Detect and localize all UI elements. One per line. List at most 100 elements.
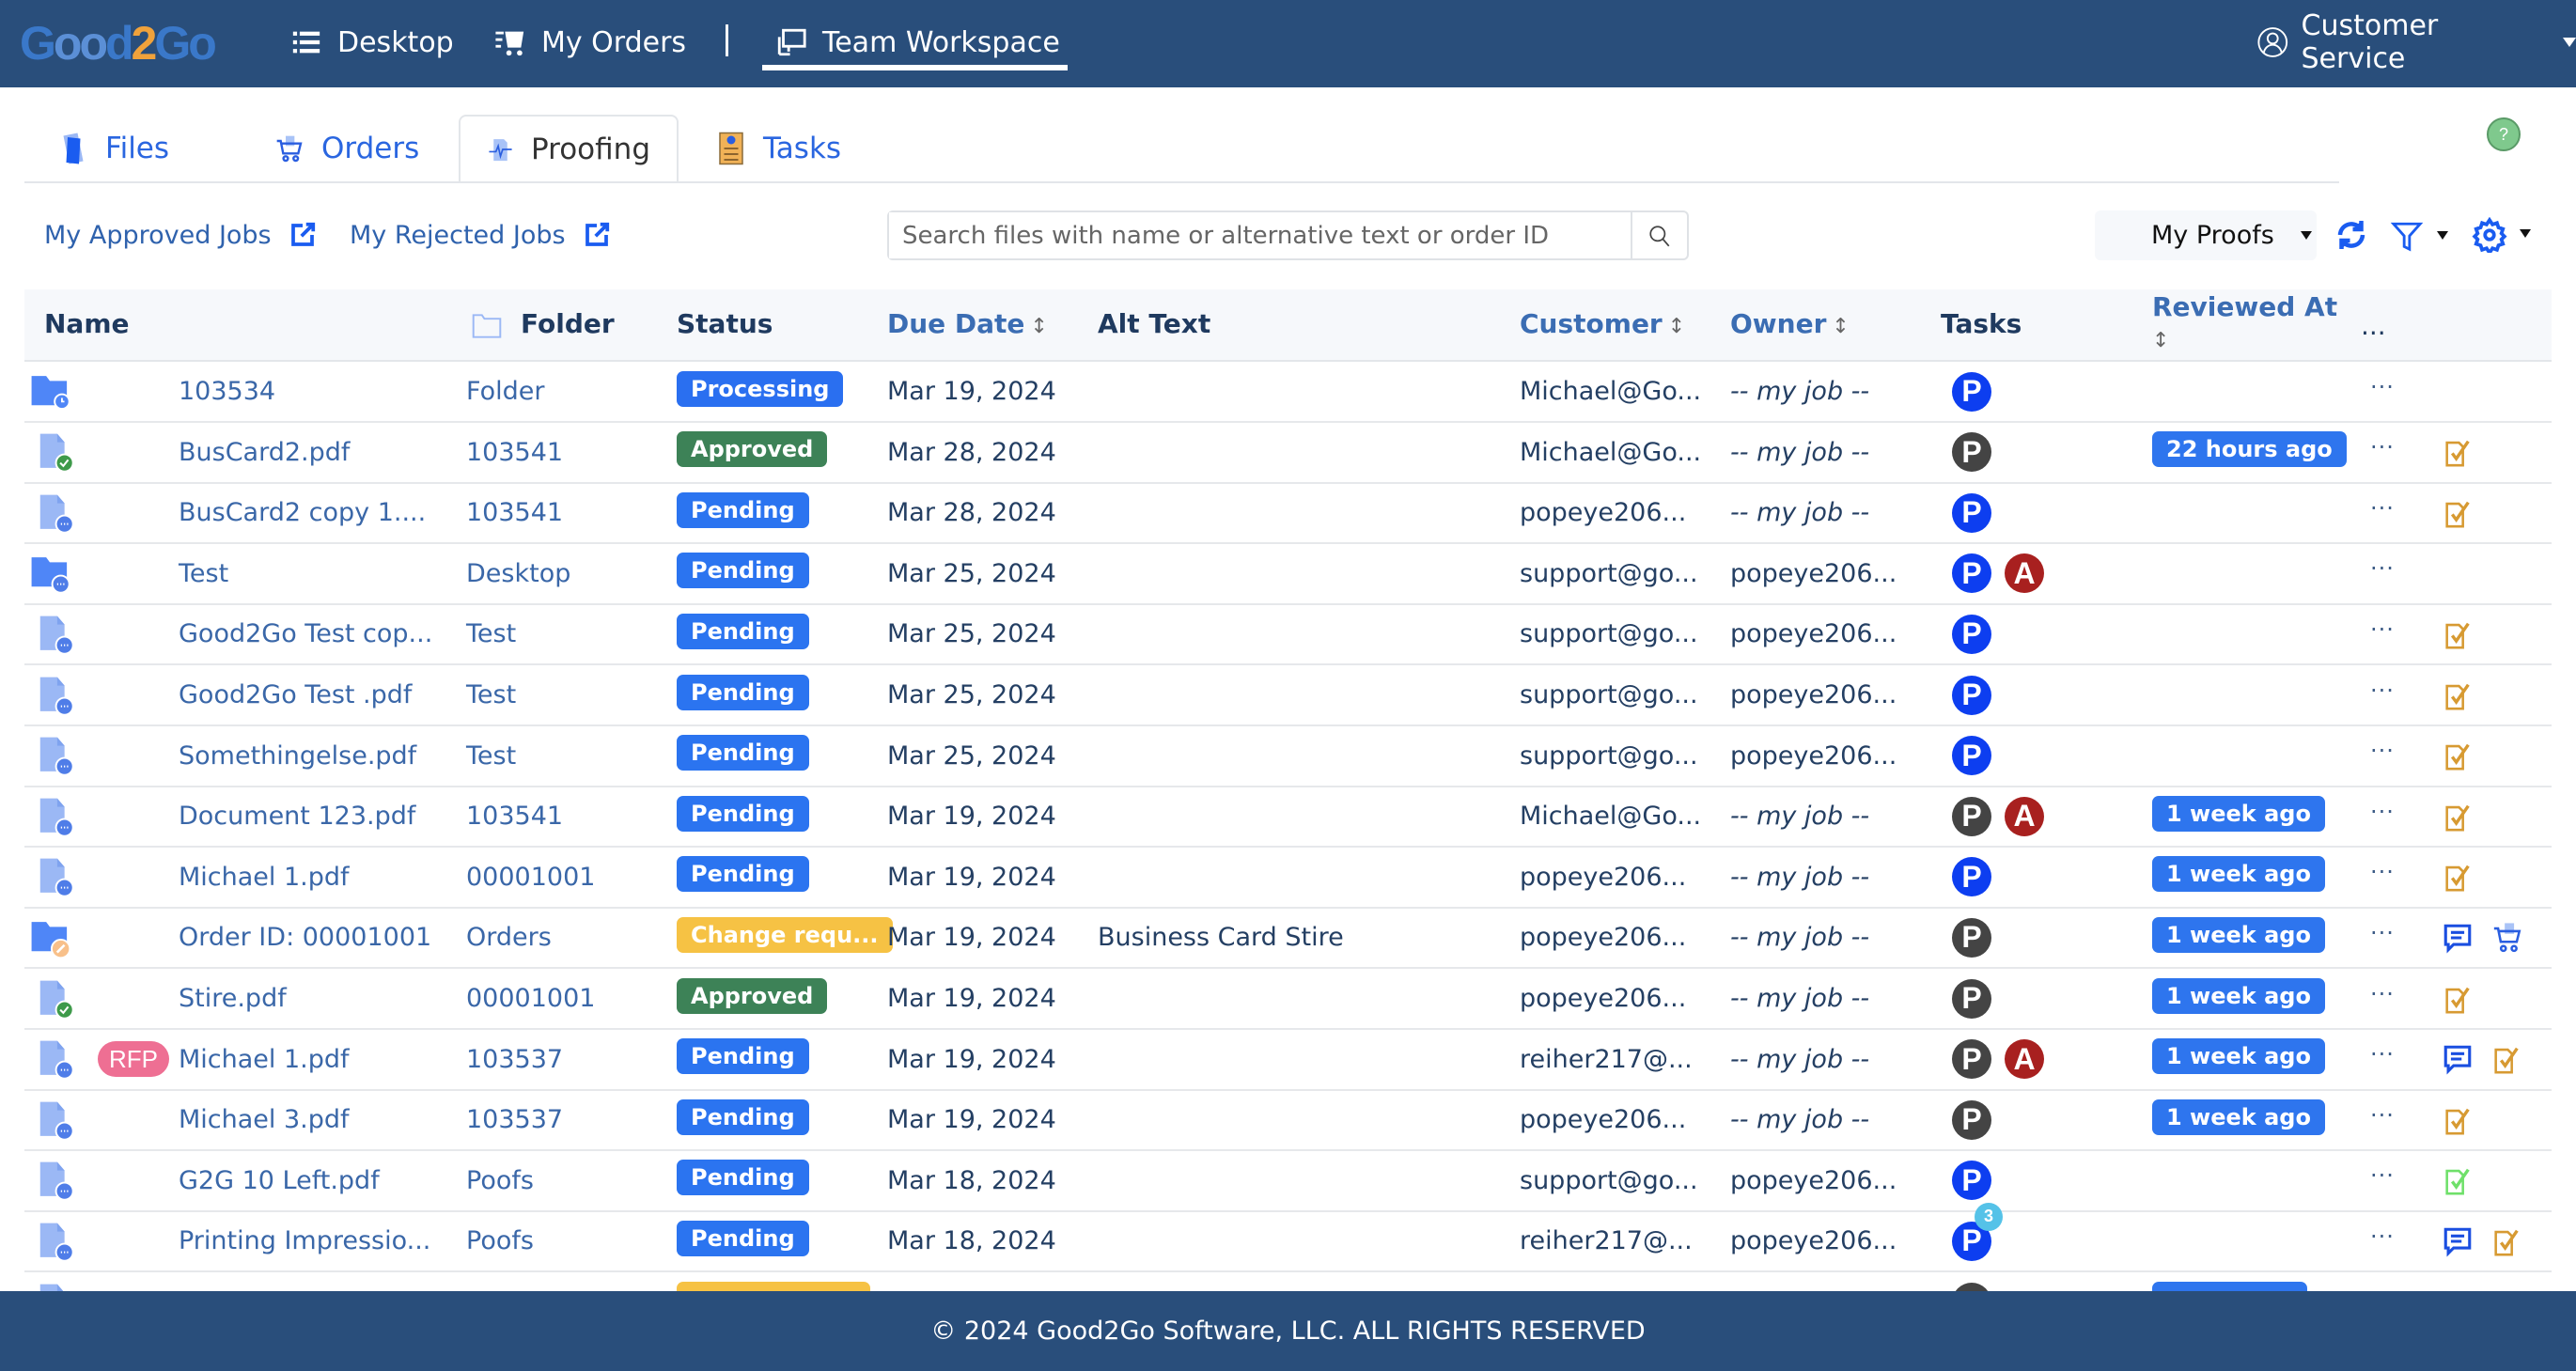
cart-icon[interactable]: [2490, 922, 2524, 954]
row-more-menu[interactable]: ···: [2370, 1041, 2395, 1067]
view-select[interactable]: My Proofs: [2095, 210, 2317, 260]
good2go-logo[interactable]: Good2Go: [20, 17, 217, 70]
approve-icon[interactable]: [2442, 679, 2474, 711]
tab-files[interactable]: Files: [58, 115, 169, 182]
column-owner[interactable]: Owner ↕: [1730, 308, 1850, 339]
table-row[interactable]: G2G 10 Left.pdf Poofs Pending Mar 18, 2024 s…: [24, 1151, 2552, 1212]
approve-icon[interactable]: [2490, 1043, 2522, 1075]
approve-icon[interactable]: [2442, 861, 2474, 893]
my-rejected-jobs-link[interactable]: My Rejected Jobs: [350, 216, 611, 254]
column-reviewed-at[interactable]: Reviewed At ↕: [2152, 291, 2337, 353]
comment-icon[interactable]: [2442, 1225, 2474, 1257]
approve-icon[interactable]: [2442, 618, 2474, 650]
task-p-badge[interactable]: P3: [1952, 1202, 2003, 1261]
file-name-link[interactable]: Order ID: 00001001: [179, 908, 431, 967]
file-name-link[interactable]: Document 123.pdf: [179, 787, 415, 846]
table-row[interactable]: Stire.pdf 00001001 Approved Mar 19, 2024 pop…: [24, 969, 2552, 1030]
folder-link[interactable]: 103537: [466, 1090, 563, 1149]
nav-desktop[interactable]: Desktop: [290, 21, 454, 64]
filter-dropdown-caret[interactable]: [2437, 231, 2448, 240]
approve-icon[interactable]: [2442, 436, 2474, 468]
row-more-menu[interactable]: ···: [2370, 678, 2395, 704]
tab-tasks[interactable]: Tasks: [716, 115, 841, 182]
tab-proofing[interactable]: Proofing: [459, 115, 679, 182]
table-row[interactable]: Order ID: 00001001 Orders Change requ... Ma…: [24, 908, 2552, 970]
row-more-menu[interactable]: ···: [2370, 1102, 2395, 1129]
refresh-icon[interactable]: [2334, 216, 2368, 254]
row-more-menu[interactable]: ···: [2370, 859, 2395, 885]
file-name-link[interactable]: Michael 1.pdf: [179, 848, 350, 907]
approve-icon[interactable]: [2442, 983, 2474, 1015]
file-name-link[interactable]: Test: [179, 544, 228, 603]
task-a-badge[interactable]: A: [2005, 1039, 2044, 1080]
row-more-menu[interactable]: ···: [2370, 1223, 2395, 1250]
comment-icon[interactable]: [2442, 1043, 2474, 1075]
settings-dropdown-caret[interactable]: [2520, 229, 2531, 238]
table-row[interactable]: BusCard2 copy 1.... 103541 Pending Mar 28, …: [24, 483, 2552, 545]
column-alt-text[interactable]: Alt Text: [1098, 308, 1210, 339]
row-more-menu[interactable]: ···: [2370, 616, 2395, 643]
folder-link[interactable]: Test: [466, 726, 516, 786]
task-p-badge[interactable]: P: [1952, 857, 1991, 897]
my-approved-jobs-link[interactable]: My Approved Jobs: [44, 216, 317, 254]
folder-link[interactable]: 00001001: [466, 848, 595, 907]
approve-done-icon[interactable]: [2442, 1164, 2474, 1196]
task-p-badge[interactable]: P: [1952, 917, 1991, 958]
task-p-badge[interactable]: P: [1952, 1161, 1991, 1201]
column-due-date[interactable]: Due Date ↕: [887, 308, 1048, 339]
row-more-menu[interactable]: ···: [2370, 374, 2395, 400]
file-name-link[interactable]: Somethingelse.pdf: [179, 726, 416, 786]
task-p-badge[interactable]: P: [1952, 978, 1991, 1019]
task-a-badge[interactable]: A: [2005, 796, 2044, 836]
folder-link[interactable]: Orders: [466, 908, 552, 967]
help-button[interactable]: ?: [2487, 117, 2521, 151]
task-p-badge[interactable]: P: [1952, 553, 1991, 594]
table-row[interactable]: Michael 3.pdf 103537 Pending Mar 19, 2024 po…: [24, 1090, 2552, 1152]
file-name-link[interactable]: Michael 1.pdf: [179, 1030, 350, 1089]
file-name-link[interactable]: Good2Go Test cop...: [179, 604, 432, 663]
table-row[interactable]: BusCard2.pdf 103541 Approved Mar 28, 2024 Mi…: [24, 423, 2552, 484]
folder-link[interactable]: Desktop: [466, 544, 570, 603]
column-tasks[interactable]: Tasks: [1941, 308, 2022, 339]
task-p-badge[interactable]: P: [1952, 1099, 1991, 1140]
nav-my-orders[interactable]: My Orders: [494, 21, 686, 64]
column-status[interactable]: Status: [677, 308, 773, 339]
folder-link[interactable]: 103541: [466, 483, 563, 542]
search-button[interactable]: [1631, 212, 1687, 258]
task-p-badge[interactable]: P: [1952, 614, 1991, 654]
approve-icon[interactable]: [2442, 740, 2474, 771]
task-p-badge[interactable]: P: [1952, 736, 1991, 776]
approve-icon[interactable]: [2442, 497, 2474, 529]
row-more-menu[interactable]: ···: [2370, 738, 2395, 764]
task-p-badge[interactable]: P: [1952, 796, 1991, 836]
task-p-badge[interactable]: P: [1952, 492, 1991, 533]
filter-icon[interactable]: [2391, 218, 2423, 254]
row-more-menu[interactable]: ···: [2370, 920, 2395, 946]
table-row[interactable]: Test Desktop Pending Mar 25, 2024 support@go…: [24, 544, 2552, 605]
task-p-badge[interactable]: P: [1952, 675, 1991, 715]
table-row[interactable]: Good2Go Test cop... Test Pending Mar 25, 20…: [24, 604, 2552, 666]
row-more-menu[interactable]: ···: [2370, 981, 2395, 1007]
task-p-badge[interactable]: P: [1952, 371, 1991, 412]
tab-orders[interactable]: Orders: [274, 115, 419, 182]
file-name-link[interactable]: Michael 3.pdf: [179, 1090, 350, 1149]
file-name-link[interactable]: BusCard2 copy 1....: [179, 483, 426, 542]
search-input[interactable]: [889, 212, 1631, 258]
file-name-link[interactable]: 103534: [179, 362, 275, 421]
comment-icon[interactable]: [2442, 922, 2474, 954]
table-row[interactable]: Somethingelse.pdf Test Pending Mar 25, 2024…: [24, 726, 2552, 787]
table-row[interactable]: Good2Go Test .pdf Test Pending Mar 25, 2024…: [24, 665, 2552, 726]
user-menu[interactable]: Customer Service: [2257, 9, 2576, 75]
folder-link[interactable]: Poofs: [466, 1151, 534, 1210]
table-row[interactable]: Document 123.pdf 103541 Pending Mar 19, 202…: [24, 787, 2552, 849]
file-name-link[interactable]: Printing Impressio...: [179, 1211, 430, 1270]
task-a-badge[interactable]: A: [2005, 553, 2044, 594]
task-p-badge[interactable]: P: [1952, 432, 1991, 473]
folder-link[interactable]: 103541: [466, 787, 563, 846]
folder-link[interactable]: Poofs: [466, 1211, 534, 1270]
file-name-link[interactable]: Good2Go Test .pdf: [179, 665, 412, 724]
approve-icon[interactable]: [2442, 801, 2474, 833]
approve-icon[interactable]: [2442, 1104, 2474, 1136]
folder-link[interactable]: Test: [466, 604, 516, 663]
approve-icon[interactable]: [2490, 1225, 2522, 1257]
